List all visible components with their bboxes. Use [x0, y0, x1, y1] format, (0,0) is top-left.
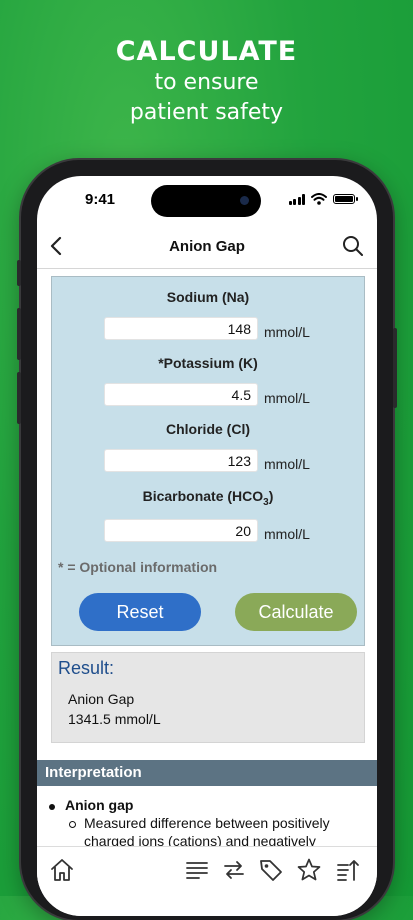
promo-line-1: to ensure	[154, 70, 259, 95]
bicarbonate-label-text: Bicarbonate (HCO	[142, 488, 264, 504]
search-icon[interactable]	[341, 234, 365, 258]
phone-frame: 9:41 Anion Gap Sodium (Na) 148 mmol/L *P…	[17, 160, 397, 920]
reset-button[interactable]: Reset	[79, 593, 201, 631]
dynamic-island	[151, 185, 261, 217]
phone-volume-up	[17, 308, 21, 360]
result-panel: Result: Anion Gap 1341.5 mmol/L	[51, 652, 365, 743]
phone-volume-down	[17, 372, 21, 424]
chloride-unit: mmol/L	[264, 456, 310, 472]
sub-bullet-icon	[69, 821, 76, 828]
list-icon[interactable]	[184, 857, 210, 883]
camera-icon	[240, 196, 249, 205]
signal-icon	[288, 193, 305, 205]
page-title: Anion Gap	[169, 238, 245, 255]
interpretation-item-text: Measured difference between positively c…	[84, 815, 330, 849]
wifi-icon	[311, 193, 327, 205]
tab-bar	[37, 846, 377, 916]
phone-power-button	[393, 328, 397, 408]
home-icon[interactable]	[49, 857, 75, 883]
interpretation-header: Interpretation	[37, 760, 377, 786]
calculate-button[interactable]: Calculate	[235, 593, 357, 631]
sodium-input[interactable]	[104, 317, 258, 340]
interpretation-item-title: Anion gap	[65, 797, 134, 813]
potassium-label: *Potassium (K)	[158, 355, 258, 371]
sort-icon[interactable]	[335, 857, 361, 883]
tag-icon[interactable]	[258, 857, 284, 883]
sodium-label: Sodium (Na)	[166, 289, 250, 305]
chloride-input[interactable]	[104, 449, 258, 472]
optional-note: * = Optional information	[58, 559, 218, 575]
bicarbonate-unit: mmol/L	[264, 526, 310, 542]
promo-headline: CALCULATE to ensure patient safety	[0, 36, 413, 128]
status-time: 9:41	[85, 191, 116, 208]
bicarbonate-label-end: )	[268, 488, 274, 504]
promo-line-2: patient safety	[129, 100, 284, 125]
promo-title: CALCULATE	[115, 36, 298, 67]
potassium-input[interactable]	[104, 383, 258, 406]
chloride-label: Chloride (Cl)	[166, 421, 250, 437]
sodium-unit: mmol/L	[264, 324, 310, 340]
battery-icon	[333, 194, 358, 204]
potassium-unit: mmol/L	[264, 390, 310, 406]
interpretation-title: Interpretation	[45, 764, 142, 781]
result-title: Result:	[58, 658, 115, 678]
app-screen: 9:41 Anion Gap Sodium (Na) 148 mmol/L *P…	[37, 176, 377, 916]
navigation-bar: Anion Gap	[37, 226, 377, 269]
status-icons	[288, 193, 358, 205]
bicarbonate-input[interactable]	[104, 519, 258, 542]
bullet-icon	[49, 804, 55, 810]
swap-icon[interactable]	[221, 857, 247, 883]
result-label: Anion Gap	[68, 691, 135, 707]
result-value: 1341.5 mmol/L	[68, 711, 161, 727]
status-bar: 9:41	[37, 176, 377, 226]
calculator-panel: Sodium (Na) mmol/L *Potassium (K) mmol/L…	[51, 276, 365, 646]
phone-mute-switch	[17, 260, 21, 286]
bicarbonate-label: Bicarbonate (HCO3)	[52, 488, 364, 508]
star-icon[interactable]	[296, 857, 322, 883]
